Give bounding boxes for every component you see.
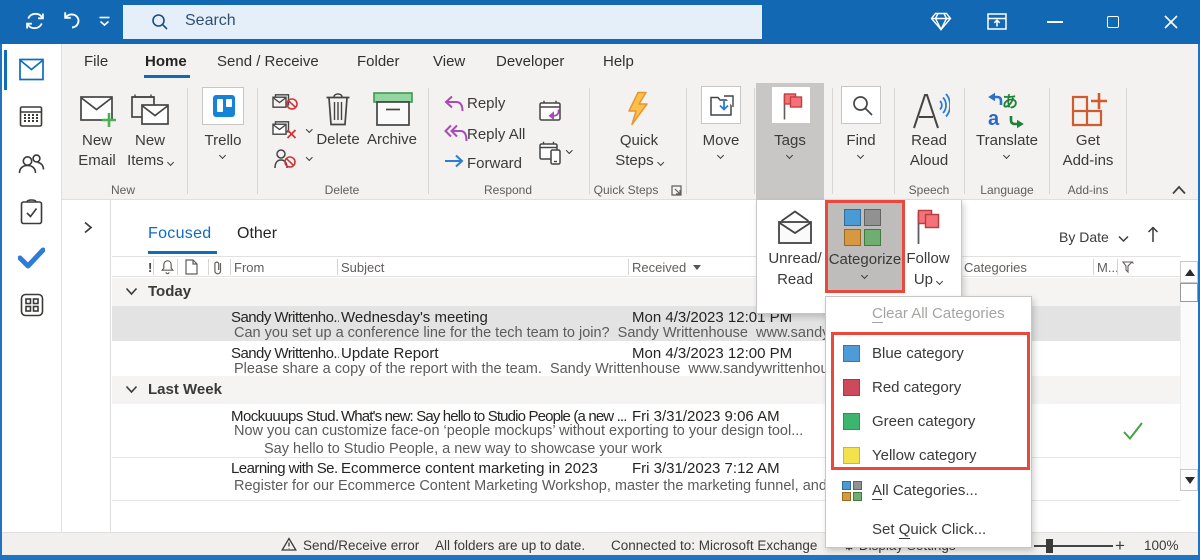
- svg-text:あ: あ: [1002, 93, 1018, 111]
- svg-text:a: a: [988, 108, 1000, 130]
